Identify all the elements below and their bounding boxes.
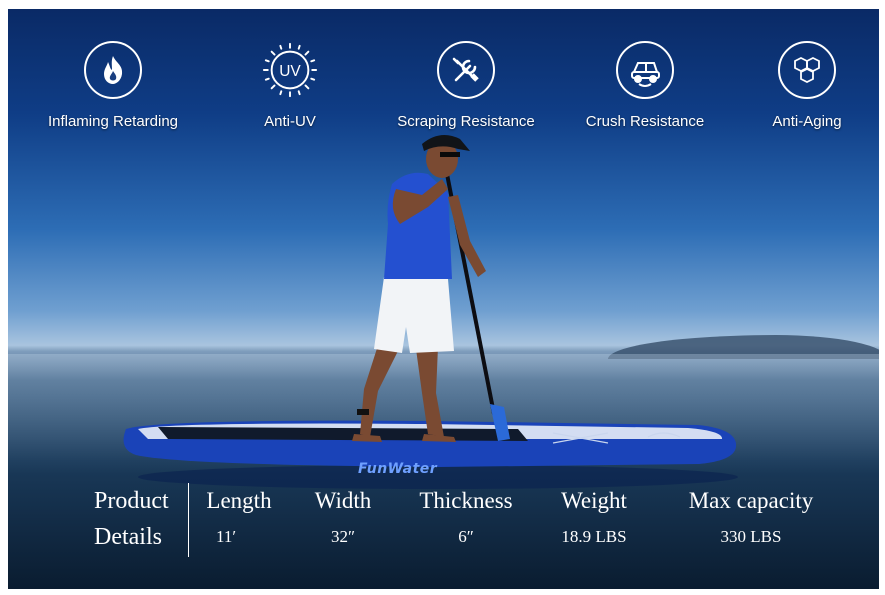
spec-value: 330 LBS xyxy=(720,527,782,546)
spec-thickness: Thickness 6″ xyxy=(406,483,526,555)
details-divider xyxy=(188,483,189,557)
spec-name: Weight xyxy=(561,488,627,513)
product-details: Product Details Length 11′ Width 32″ Thi… xyxy=(8,479,879,569)
spec-value: 18.9 LBS xyxy=(561,527,627,546)
spec-name: Thickness xyxy=(419,488,513,513)
board-brand-logo: FunWater xyxy=(358,461,438,477)
spec-name: Length xyxy=(206,488,272,513)
spec-name: Max capacity xyxy=(688,488,814,513)
spec-max-capacity: Max capacity 330 LBS xyxy=(676,483,826,555)
spec-name: Width xyxy=(314,488,372,513)
spec-weight: Weight 18.9 LBS xyxy=(544,483,644,555)
product-banner: Inflaming Retarding UV Anti-UV Scraping … xyxy=(8,9,879,589)
spec-value: 11′ xyxy=(216,527,237,546)
spec-value: 32″ xyxy=(330,527,356,546)
product-details-heading: Product Details xyxy=(94,483,169,555)
heading-line-2: Details xyxy=(94,524,162,550)
spec-width: Width 32″ xyxy=(303,483,383,555)
spec-length: Length 11′ xyxy=(204,483,274,555)
heading-line-1: Product xyxy=(94,488,169,514)
spec-value: 6″ xyxy=(458,527,474,546)
